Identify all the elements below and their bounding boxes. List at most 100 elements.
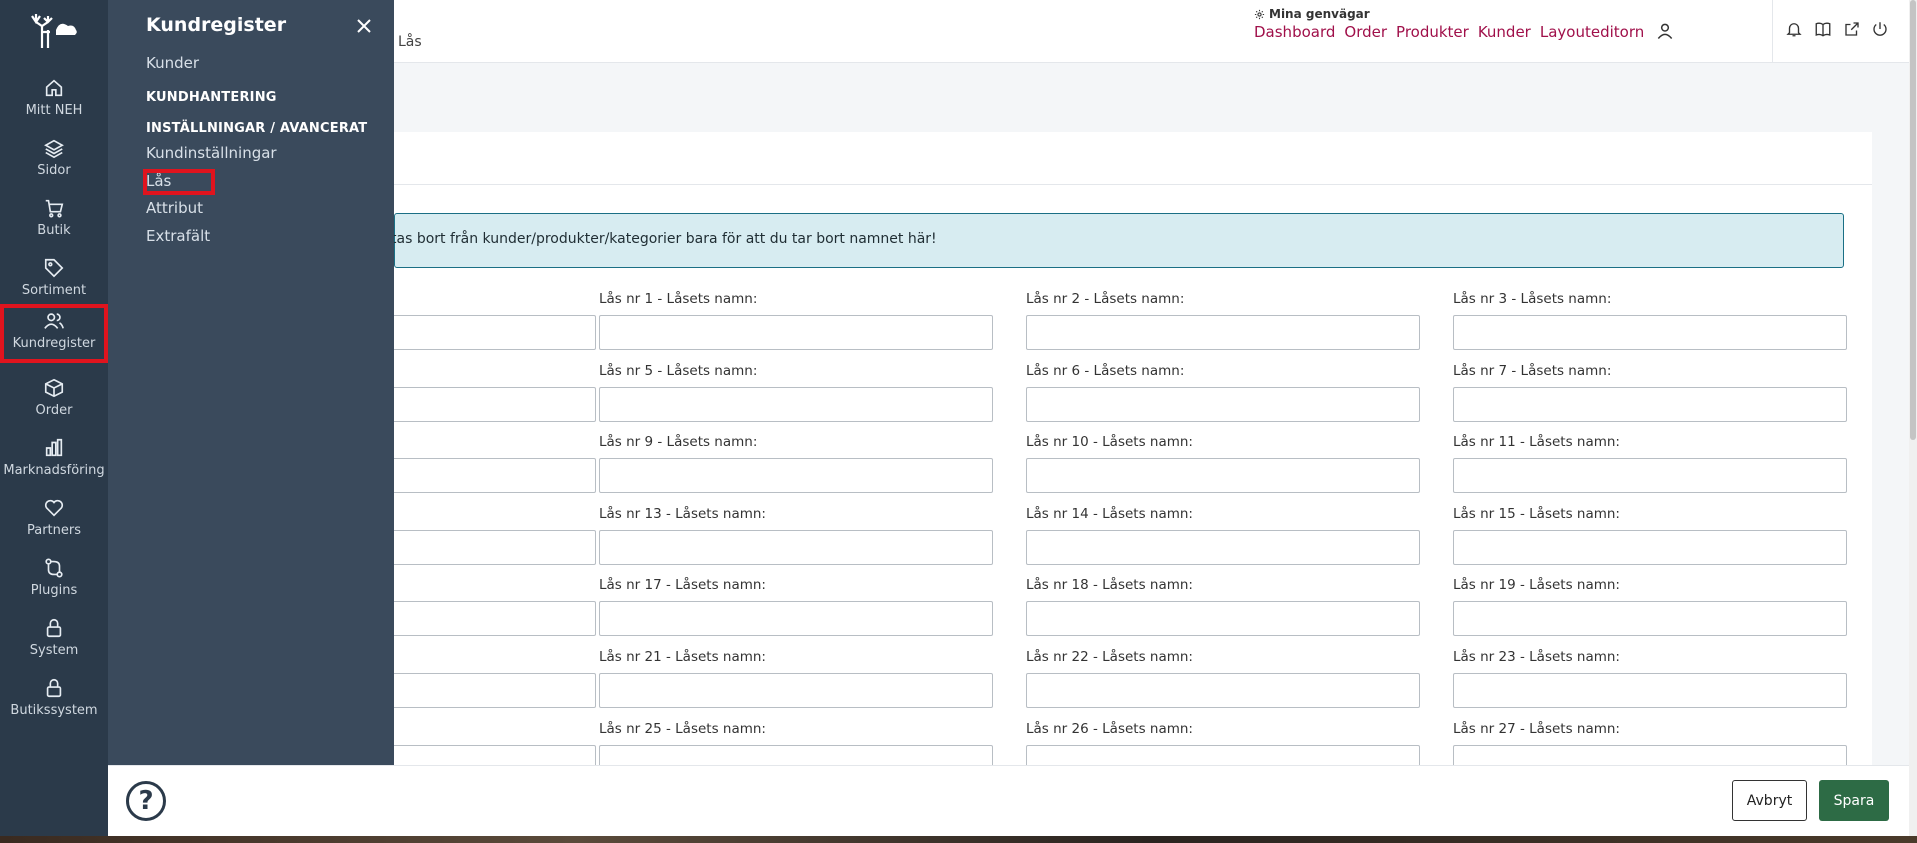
heart-icon <box>44 499 64 517</box>
lock-name-input[interactable] <box>1453 745 1847 765</box>
lock-name-input[interactable] <box>599 387 993 422</box>
vertical-scrollbar[interactable] <box>1909 0 1917 836</box>
power-icon[interactable] <box>1871 20 1889 38</box>
home-icon <box>45 79 63 97</box>
rail-item-label: Sidor <box>37 163 71 178</box>
rail-item-mitt-neh[interactable]: Mitt NEH <box>0 71 108 127</box>
lock-name-input[interactable] <box>1453 601 1847 636</box>
icon-rail: Mitt NEH Sidor Butik Sortiment Kundregis… <box>0 0 108 836</box>
flyout-heading-installningar: INSTÄLLNINGAR / AVANCERAT <box>146 121 368 136</box>
lock-name-input[interactable] <box>1026 530 1420 565</box>
lock-name-input[interactable] <box>1026 458 1420 493</box>
rail-item-label: Kundregister <box>12 336 96 351</box>
rail-item-sidor[interactable]: Sidor <box>0 131 108 187</box>
rail-item-label: Mitt NEH <box>25 103 83 118</box>
lock-icon <box>46 618 62 638</box>
rail-item-label: Butik <box>37 223 71 238</box>
top-bar: Lås Mina genvägar Dashboard Order Produk… <box>394 0 1909 63</box>
lock-name-input[interactable] <box>394 601 596 636</box>
save-button[interactable]: Spara <box>1819 780 1889 821</box>
lock-name-label: Lås nr 17 - Låsets namn: <box>599 577 766 593</box>
lock-name-label: Lås nr 1 - Låsets namn: <box>599 291 758 307</box>
lock-name-input[interactable] <box>1026 315 1420 350</box>
flyout-link-kundinstallningar[interactable]: Kundinställningar <box>146 144 277 162</box>
lock-name-input[interactable] <box>599 315 993 350</box>
help-icon[interactable]: ? <box>126 781 166 821</box>
moose-logo-icon[interactable] <box>28 8 80 52</box>
cart-icon <box>45 199 64 218</box>
box-icon <box>44 378 64 398</box>
lock-name-input[interactable] <box>394 315 596 350</box>
rail-item-sortiment[interactable]: Sortiment <box>0 251 108 307</box>
lock-name-input[interactable] <box>1026 745 1420 765</box>
lock-name-input[interactable] <box>1453 315 1847 350</box>
external-link-icon[interactable] <box>1843 20 1861 38</box>
info-alert: tas bort från kunder/produkter/kategorie… <box>394 213 1844 268</box>
rail-item-kundregister[interactable]: Kundregister <box>0 304 108 363</box>
lock-name-input[interactable] <box>599 673 993 708</box>
lock-name-label: Lås nr 6 - Låsets namn: <box>1026 363 1185 379</box>
plugin-icon <box>45 558 63 578</box>
flyout-link-kunder[interactable]: Kunder <box>146 54 199 72</box>
lock-name-input[interactable] <box>1026 673 1420 708</box>
user-icon[interactable] <box>1655 20 1675 42</box>
lock-name-label: Lås nr 27 - Låsets namn: <box>1453 721 1620 737</box>
lock-icon <box>46 678 62 698</box>
lock-name-label: Lås nr 5 - Låsets namn: <box>599 363 758 379</box>
rail-item-label: Sortiment <box>21 283 87 298</box>
lock-name-label: Lås nr 22 - Låsets namn: <box>1026 649 1193 665</box>
lock-name-label: Lås nr 18 - Låsets namn: <box>1026 577 1193 593</box>
info-text: tas bort från kunder/produkter/kategorie… <box>394 231 937 247</box>
scrollbar-thumb[interactable] <box>1910 0 1916 440</box>
lock-name-label: Lås nr 13 - Låsets namn: <box>599 506 766 522</box>
lock-name-input[interactable] <box>394 745 596 765</box>
lock-name-label: Lås nr 23 - Låsets namn: <box>1453 649 1620 665</box>
shortcut-dashboard[interactable]: Dashboard <box>1254 23 1335 41</box>
rail-item-system[interactable]: System <box>0 611 108 667</box>
shortcut-order[interactable]: Order <box>1344 23 1387 41</box>
shortcut-produkter[interactable]: Produkter <box>1396 23 1469 41</box>
rail-item-butikssystem[interactable]: Butikssystem <box>0 671 108 727</box>
rail-item-butik[interactable]: Butik <box>0 191 108 247</box>
lock-name-input[interactable] <box>599 745 993 765</box>
lock-name-label: Lås nr 25 - Låsets namn: <box>599 721 766 737</box>
bar-chart-icon <box>45 438 63 457</box>
lock-name-input[interactable] <box>394 673 596 708</box>
lock-name-input[interactable] <box>599 601 993 636</box>
lock-name-input[interactable] <box>1026 387 1420 422</box>
cancel-button[interactable]: Avbryt <box>1732 780 1807 821</box>
breadcrumb[interactable]: Lås <box>398 34 422 50</box>
shortcut-kunder[interactable]: Kunder <box>1478 23 1531 41</box>
lock-name-input[interactable] <box>599 458 993 493</box>
rail-item-order[interactable]: Order <box>0 371 108 427</box>
layers-icon <box>44 139 64 159</box>
rail-item-label: Order <box>35 403 73 418</box>
lock-name-input[interactable] <box>394 530 596 565</box>
close-icon[interactable] <box>354 16 374 36</box>
lock-name-input[interactable] <box>1453 530 1847 565</box>
lock-name-input[interactable] <box>1453 387 1847 422</box>
flyout-heading-kundhantering[interactable]: KUNDHANTERING <box>146 90 277 105</box>
shortcut-layouteditorn[interactable]: Layouteditorn <box>1540 23 1644 41</box>
rail-item-label: System <box>29 643 79 658</box>
lock-name-input[interactable] <box>1453 458 1847 493</box>
rail-item-label: Partners <box>26 523 82 538</box>
lock-name-input[interactable] <box>394 458 596 493</box>
lock-name-label: Lås nr 14 - Låsets namn: <box>1026 506 1193 522</box>
bell-icon[interactable] <box>1785 20 1803 38</box>
selection-highlight <box>143 169 215 195</box>
lock-name-label: Lås nr 3 - Låsets namn: <box>1453 291 1612 307</box>
book-icon[interactable] <box>1814 20 1832 38</box>
lock-name-label: Lås nr 26 - Låsets namn: <box>1026 721 1193 737</box>
lock-name-input[interactable] <box>1026 601 1420 636</box>
flyout-link-attribut[interactable]: Attribut <box>146 199 203 217</box>
lock-name-input[interactable] <box>599 530 993 565</box>
rail-item-partners[interactable]: Partners <box>0 491 108 547</box>
tag-icon <box>44 258 64 278</box>
lock-name-label: Lås nr 7 - Låsets namn: <box>1453 363 1612 379</box>
lock-name-input[interactable] <box>394 387 596 422</box>
rail-item-marknadsforing[interactable]: Marknadsföring <box>0 431 108 487</box>
lock-name-input[interactable] <box>1453 673 1847 708</box>
flyout-link-extrafalt[interactable]: Extrafält <box>146 227 210 245</box>
rail-item-plugins[interactable]: Plugins <box>0 551 108 607</box>
